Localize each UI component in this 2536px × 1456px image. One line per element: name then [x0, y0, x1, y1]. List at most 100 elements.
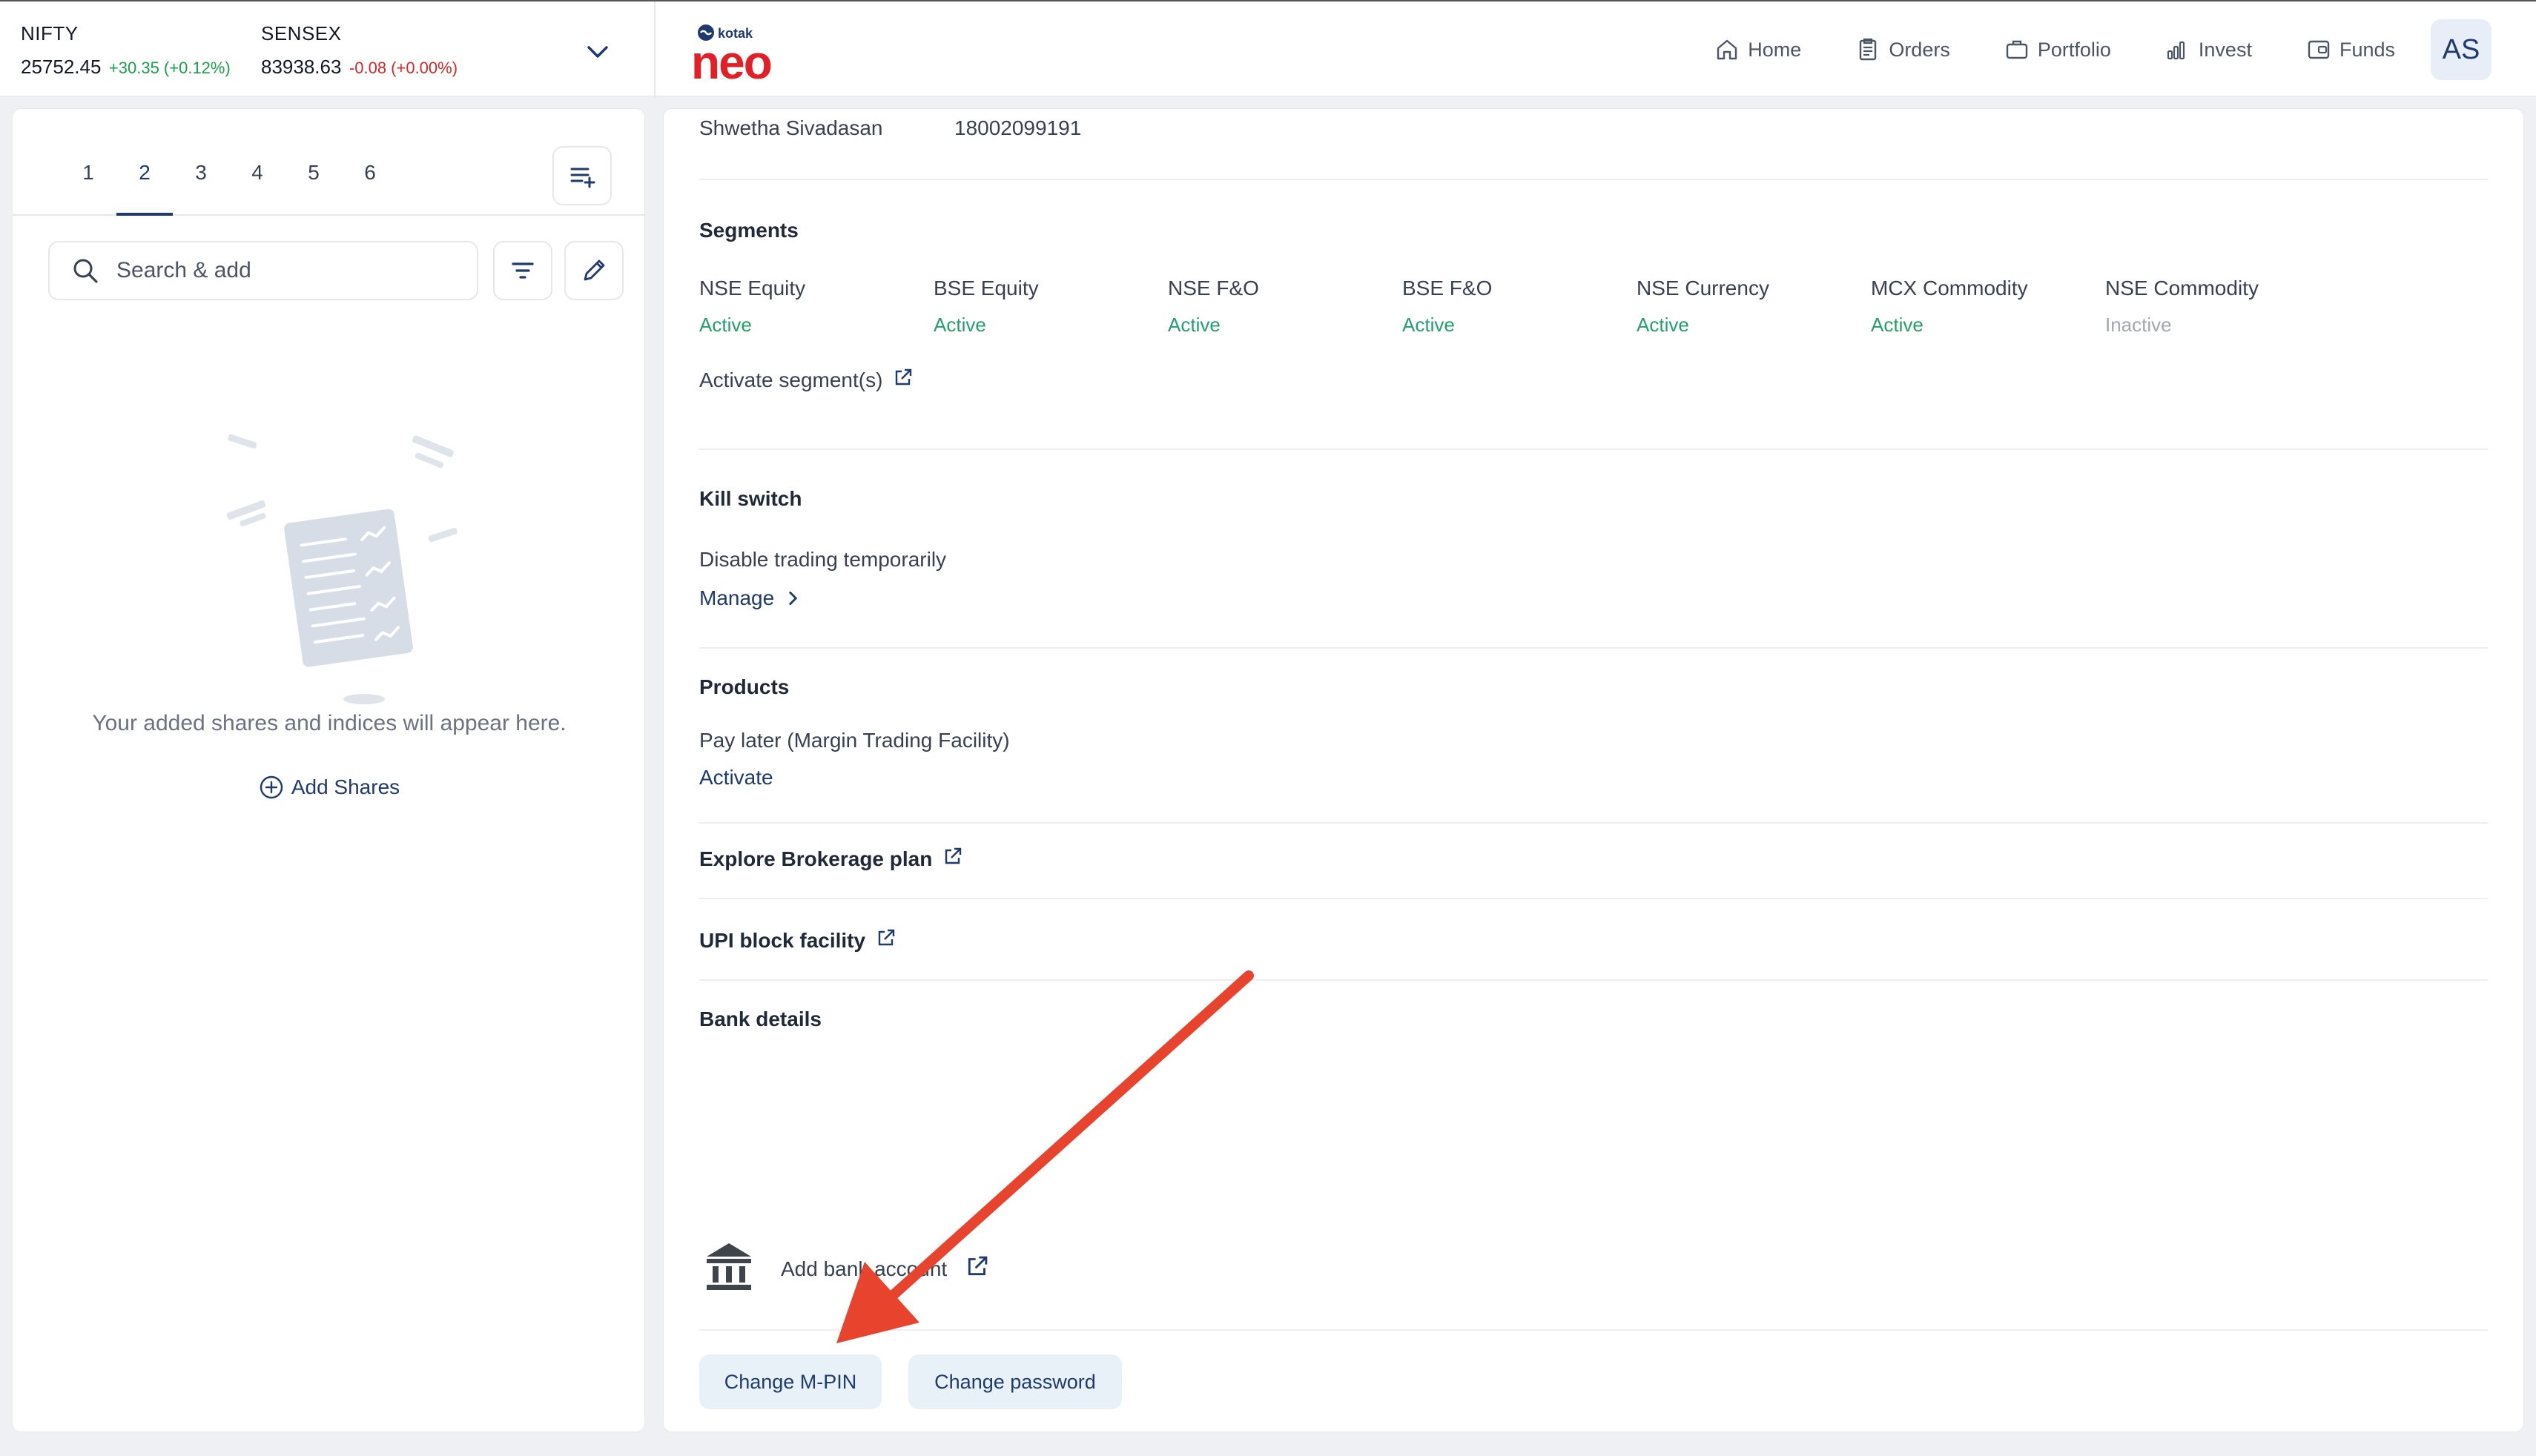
ticker-change: +30.35 (+0.12%) [108, 59, 231, 77]
segment-nse-currency: NSE Currency Active [1637, 277, 1859, 337]
logo-big-text: neo [691, 36, 771, 85]
external-link-icon [874, 926, 898, 955]
nav-funds[interactable]: Funds [2305, 36, 2395, 63]
products-description: Pay later (Margin Trading Facility) [699, 729, 1010, 752]
upi-block-label: UPI block facility [699, 928, 866, 952]
segment-mcx-commodity: MCX Commodity Active [1871, 277, 2093, 337]
bank-details-heading: Bank details [699, 1007, 822, 1030]
segment-status: Active [1402, 314, 1455, 336]
chevron-right-icon [789, 592, 797, 605]
ticker-name: SENSEX [261, 22, 342, 44]
search-icon [73, 259, 98, 283]
watchlist-search-box[interactable] [48, 241, 478, 300]
segment-name: NSE Commodity [2105, 277, 2259, 300]
profile-phone: 18002099191 [954, 116, 1082, 139]
empty-watchlist-illustration [205, 391, 472, 717]
top-bar: NIFTY 25752.45 +30.35 (+0.12%) SENSEX 83… [0, 0, 2536, 98]
segment-nse-fo: NSE F&O Active [1168, 277, 1390, 337]
add-watchlist-button[interactable] [552, 146, 612, 205]
watchlist-tab-6[interactable]: 6 [342, 161, 398, 216]
ticker-sensex[interactable]: SENSEX 83938.63 -0.08 (+0.00%) [261, 22, 458, 79]
external-link-icon [941, 844, 965, 873]
ticker-price: 25752.45 [21, 56, 102, 78]
add-shares-label: Add Shares [291, 775, 400, 798]
pencil-icon [584, 259, 605, 281]
kill-switch-manage-link[interactable]: Manage [699, 586, 802, 610]
segment-bse-equity: BSE Equity Active [934, 277, 1156, 337]
search-input[interactable] [116, 258, 443, 283]
watchlist-tab-3[interactable]: 3 [173, 161, 229, 216]
products-activate-link[interactable]: Activate [699, 766, 773, 790]
ticker-nifty[interactable]: NIFTY 25752.45 +30.35 (+0.12%) [21, 22, 231, 79]
kill-switch-heading: Kill switch [699, 487, 802, 510]
products-heading: Products [699, 675, 790, 698]
index-ticker: NIFTY 25752.45 +30.35 (+0.12%) SENSEX 83… [0, 1, 656, 98]
segment-status: Active [1168, 314, 1221, 336]
segment-name: BSE F&O [1402, 277, 1493, 300]
watchlist-tab-2[interactable]: 2 [116, 161, 173, 216]
home-icon [1717, 39, 1737, 60]
segment-nse-commodity: NSE Commodity Inactive [2105, 277, 2328, 337]
external-link-icon [963, 1252, 991, 1285]
nav-invest[interactable]: Invest [2164, 36, 2252, 63]
empty-watchlist-text: Your added shares and indices will appea… [92, 711, 567, 735]
add-bank-account-label: Add bank account [781, 1257, 948, 1280]
watchlist-panel: 1 2 3 4 5 6 Search & add Your added shar… [12, 108, 646, 1432]
profile-name: Shwetha Sivadasan [699, 116, 883, 139]
change-mpin-button[interactable]: Change M-PIN [699, 1354, 882, 1409]
filter-button[interactable] [493, 241, 552, 300]
nav-home-label: Home [1748, 38, 1802, 61]
segment-name: MCX Commodity [1871, 277, 2028, 300]
plus-circle-icon [260, 775, 283, 799]
upi-block-link[interactable]: UPI block facility [699, 926, 898, 955]
divider [699, 647, 2488, 649]
segment-name: NSE Equity [699, 277, 806, 300]
nav-orders-label: Orders [1889, 38, 1950, 61]
kotak-neo-logo[interactable]: kotak neo [690, 18, 786, 89]
add-bank-account-link[interactable]: Add bank account [781, 1252, 991, 1285]
brokerage-plan-label: Explore Brokerage plan [699, 847, 933, 870]
ticker-price: 83938.63 [261, 56, 342, 78]
main-nav: Home Orders Portfolio Invest Funds AS [1660, 1, 2492, 98]
activate-segments-link[interactable]: Activate segment(s) [699, 365, 915, 394]
segment-name: NSE Currency [1637, 277, 1769, 300]
filter-icon [512, 262, 534, 279]
activate-segments-label: Activate segment(s) [699, 368, 883, 391]
bar-chart-icon [2167, 41, 2185, 60]
divider [699, 1329, 2488, 1331]
brokerage-plan-link[interactable]: Explore Brokerage plan [699, 844, 965, 873]
divider [699, 449, 2488, 450]
kill-switch-description: Disable trading temporarily [699, 548, 947, 571]
segment-bse-fo: BSE F&O Active [1402, 277, 1625, 337]
nav-portfolio[interactable]: Portfolio [2004, 36, 2111, 63]
divider [699, 822, 2488, 824]
segment-status: Active [934, 314, 986, 336]
edit-watchlist-button[interactable] [564, 241, 624, 300]
watchlist-tabs: 1 2 3 4 5 6 [13, 109, 646, 216]
profile-panel: Shwetha Sivadasan 18002099191 Segments N… [663, 108, 2524, 1432]
nav-home[interactable]: Home [1714, 36, 1801, 63]
nav-portfolio-label: Portfolio [2037, 38, 2111, 61]
ticker-change: -0.08 (+0.00%) [349, 59, 458, 77]
nav-funds-label: Funds [2339, 38, 2395, 61]
chevron-down-icon[interactable] [583, 37, 612, 67]
segment-name: NSE F&O [1168, 277, 1259, 300]
segment-status: Active [699, 314, 752, 336]
change-password-button[interactable]: Change password [908, 1354, 1122, 1409]
segment-nse-equity: NSE Equity Active [699, 277, 922, 337]
watchlist-tab-5[interactable]: 5 [285, 161, 342, 216]
divider [699, 179, 2488, 180]
segment-status: Active [1637, 314, 1689, 336]
watchlist-tab-1[interactable]: 1 [60, 161, 116, 216]
nav-invest-label: Invest [2198, 38, 2252, 61]
user-avatar[interactable]: AS [2431, 19, 2492, 80]
nav-orders[interactable]: Orders [1855, 36, 1950, 63]
segment-status: Inactive [2105, 314, 2172, 336]
manage-label: Manage [699, 586, 775, 609]
segments-heading: Segments [699, 219, 799, 242]
divider [699, 979, 2488, 981]
ticker-name: NIFTY [21, 22, 79, 44]
add-shares-button[interactable]: Add Shares [13, 775, 646, 800]
watchlist-tab-4[interactable]: 4 [229, 161, 285, 216]
external-link-icon [891, 365, 915, 394]
